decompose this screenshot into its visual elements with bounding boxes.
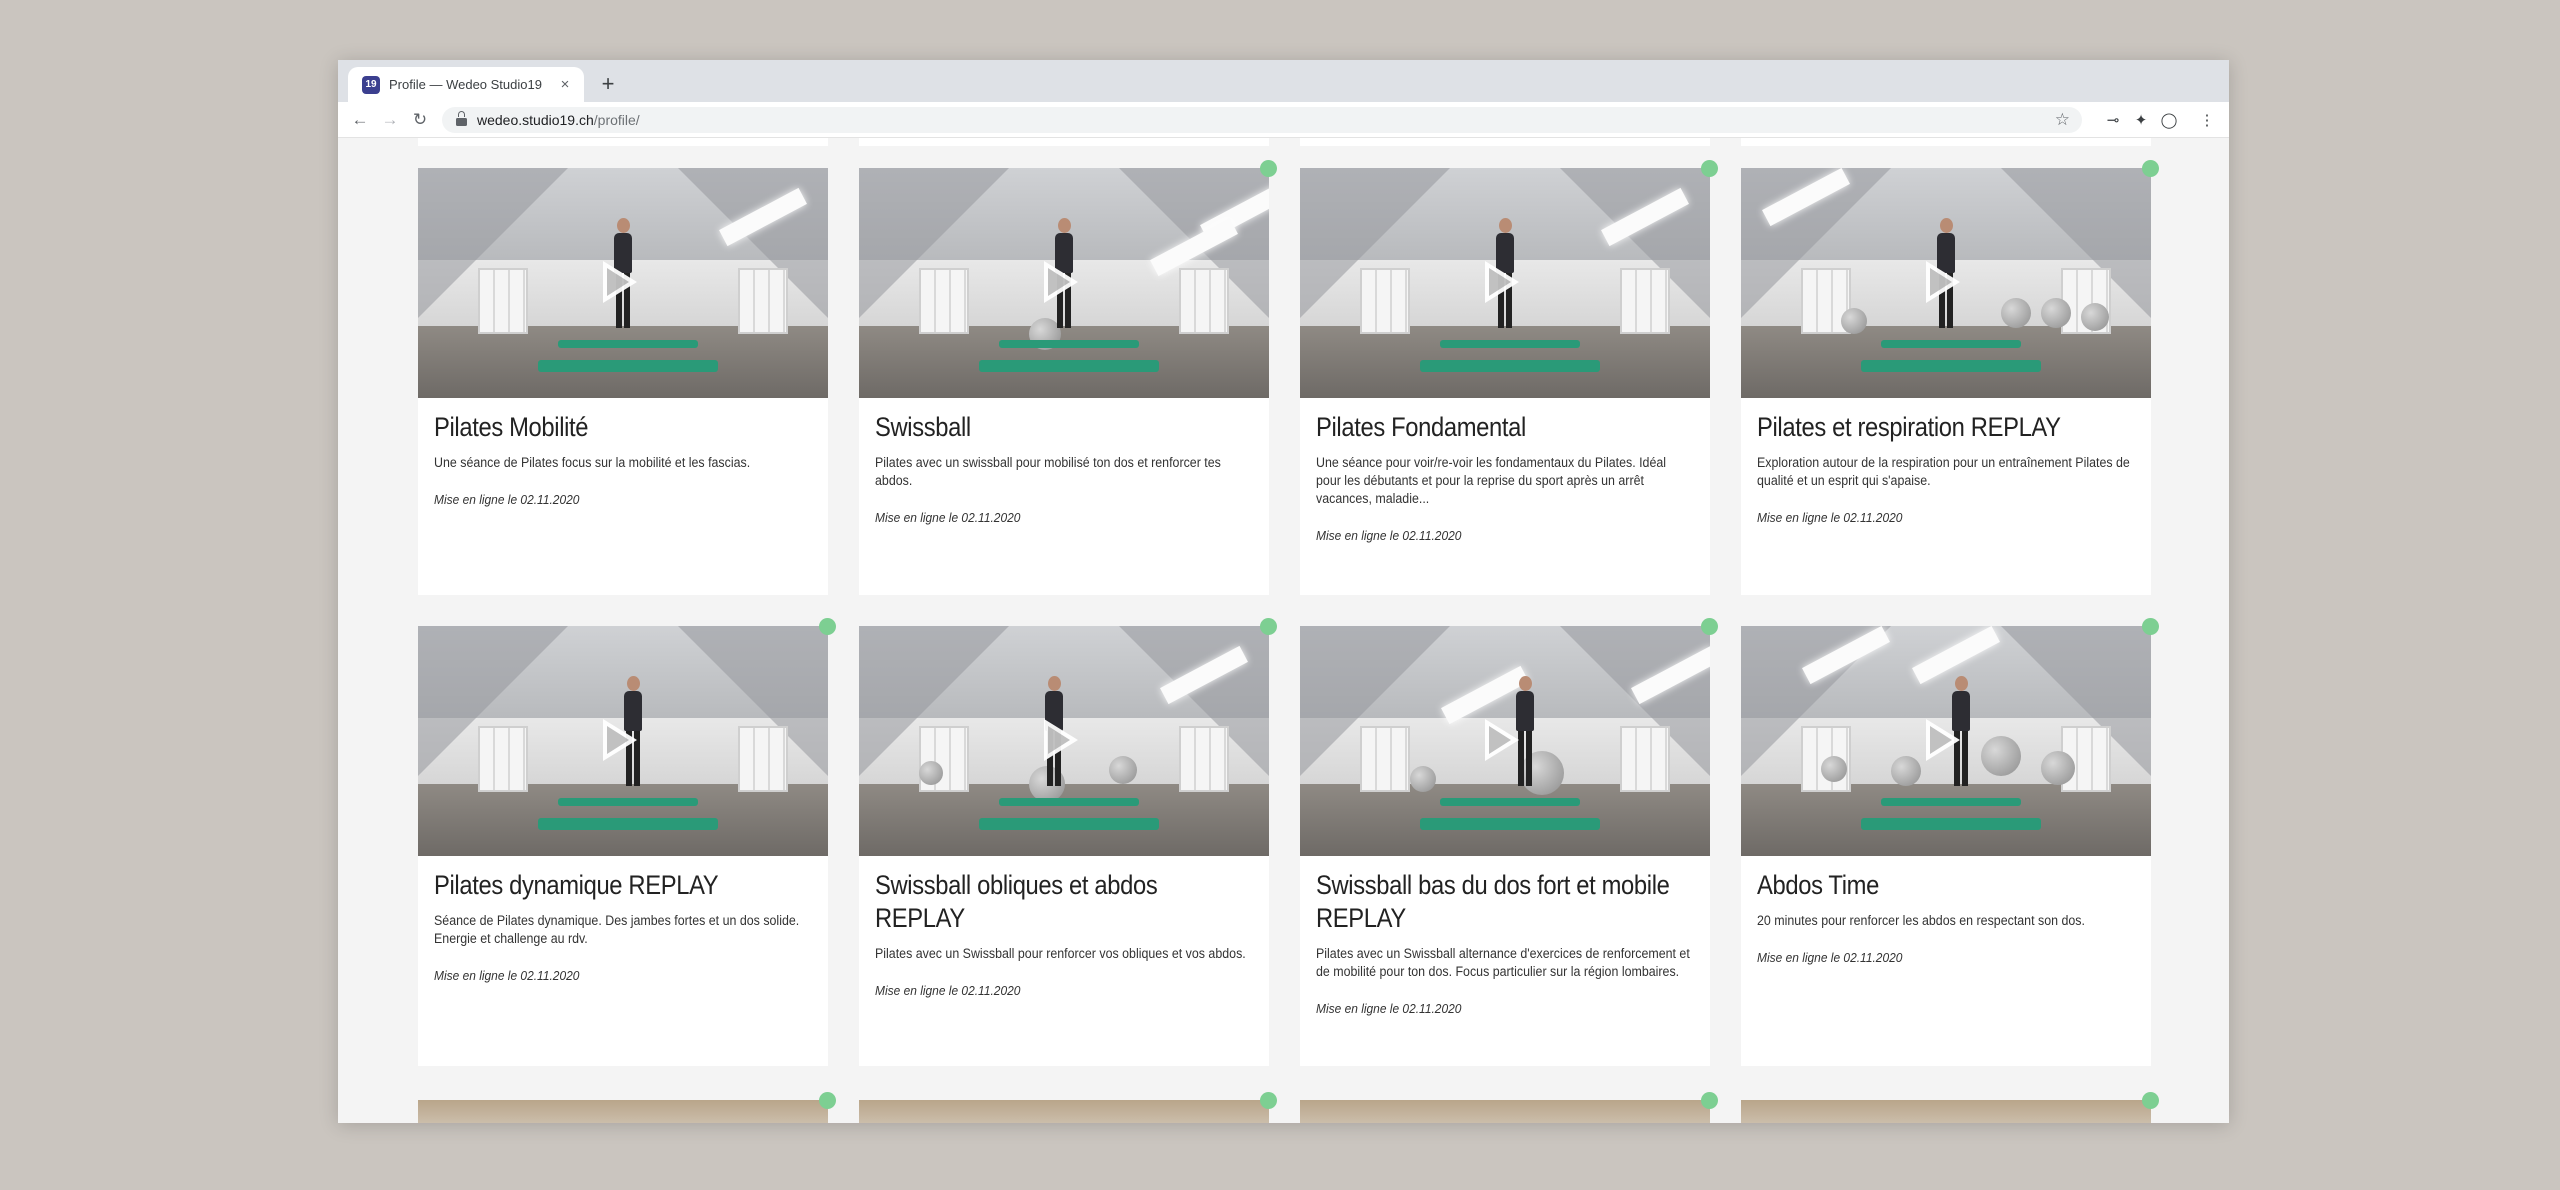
forward-arrow-icon[interactable]: → [378,108,402,132]
video-date: Mise en ligne le 02.11.2020 [1757,510,1903,525]
new-tab-button[interactable]: + [594,70,622,98]
video-description: Une séance de Pilates focus sur la mobil… [434,455,751,470]
video-title[interactable]: Pilates et respiration REPLAY [1757,411,2135,444]
video-info: Abdos Time 20 minutes pour renforcer les … [1757,869,2137,965]
video-card-partial [418,1100,828,1123]
extension-icon[interactable]: ◯ [2159,110,2179,130]
play-icon[interactable] [1044,261,1078,303]
puzzle-icon[interactable]: ✦ [2131,110,2151,130]
video-description: Une séance pour voir/re-voir les fondame… [1316,455,1667,506]
star-icon[interactable]: ☆ [2055,110,2070,130]
status-dot [1701,1092,1718,1109]
video-info: Swissball bas du dos fort et mobile REPL… [1316,869,1696,1016]
status-dot [819,1092,836,1109]
video-description: 20 minutes pour renforcer les abdos en r… [1757,913,2085,928]
status-dot [819,618,836,635]
status-dot [1701,618,1718,635]
address-bar[interactable]: wedeo.studio19.ch/profile/ ☆ [442,107,2082,133]
play-icon[interactable] [1044,719,1078,761]
video-card-partial [418,138,828,146]
video-card-partial [859,1100,1269,1123]
status-dot [1260,160,1277,177]
video-card[interactable]: Pilates Mobilité Une séance de Pilates fo… [418,168,828,595]
video-title[interactable]: Pilates Fondamental [1316,411,1694,444]
url-text: wedeo.studio19.ch/profile/ [477,112,640,128]
status-dot [1260,618,1277,635]
back-arrow-icon[interactable]: ← [348,108,372,132]
video-info: Swissball obliques et abdos REPLAY Pilate… [875,869,1255,998]
menu-dots-icon[interactable]: ⋮ [2197,110,2217,130]
video-thumbnail[interactable] [859,168,1269,398]
video-info: Swissball Pilates avec un swissball pour … [875,411,1255,525]
video-thumbnail[interactable] [1300,626,1710,856]
video-title[interactable]: Swissball bas du dos fort et mobile REPL… [1316,869,1694,935]
video-description: Pilates avec un Swissball pour renforcer… [875,946,1246,961]
video-card-partial [859,138,1269,146]
status-dot [1260,1092,1277,1109]
url-path: /profile/ [593,112,640,128]
video-title[interactable]: Pilates Mobilité [434,411,812,444]
tab-profile[interactable]: 19 Profile — Wedeo Studio19 × [348,67,584,102]
video-description: Séance de Pilates dynamique. Des jambes … [434,913,800,946]
reload-icon[interactable]: ↻ [408,108,432,132]
video-title[interactable]: Abdos Time [1757,869,2135,902]
video-date: Mise en ligne le 02.11.2020 [434,492,580,507]
video-info: Pilates dynamique REPLAY Séance de Pilate… [434,869,814,983]
tab-title: Profile — Wedeo Studio19 [389,77,542,92]
video-description: Pilates avec un swissball pour mobilisé … [875,455,1221,488]
video-info: Pilates Mobilité Une séance de Pilates fo… [434,411,814,507]
play-icon[interactable] [1926,261,1960,303]
video-description: Pilates avec un Swissball alternance d'e… [1316,946,1690,979]
video-date: Mise en ligne le 02.11.2020 [875,510,1021,525]
video-thumbnail[interactable] [418,168,828,398]
video-description: Exploration autour de la respiration pou… [1757,455,2130,488]
video-title[interactable]: Swissball [875,411,1253,444]
url-host: wedeo.studio19.ch [477,112,594,128]
browser-toolbar: ← → ↻ wedeo.studio19.ch/profile/ ☆ ⊸ ✦ ◯… [338,102,2229,138]
video-card-partial [1300,138,1710,146]
lock-icon [456,110,467,126]
video-card[interactable]: Pilates dynamique REPLAY Séance de Pilate… [418,626,828,1066]
video-thumbnail[interactable] [1741,626,2151,856]
video-date: Mise en ligne le 02.11.2020 [1316,1001,1462,1016]
video-thumbnail[interactable] [1741,168,2151,398]
video-thumbnail[interactable] [859,626,1269,856]
video-thumbnail[interactable] [1300,168,1710,398]
video-info: Pilates Fondamental Une séance pour voir/… [1316,411,1696,543]
video-card[interactable]: Swissball obliques et abdos REPLAY Pilate… [859,626,1269,1066]
video-date: Mise en ligne le 02.11.2020 [1316,528,1462,543]
play-icon[interactable] [1926,719,1960,761]
video-date: Mise en ligne le 02.11.2020 [875,983,1021,998]
video-date: Mise en ligne le 02.11.2020 [434,968,580,983]
video-card[interactable]: Swissball Pilates avec un swissball pour … [859,168,1269,595]
tab-strip: 19 Profile — Wedeo Studio19 × + [338,60,2229,102]
video-title[interactable]: Swissball obliques et abdos REPLAY [875,869,1253,935]
video-card-partial [1300,1100,1710,1123]
play-icon[interactable] [603,719,637,761]
browser-window: 19 Profile — Wedeo Studio19 × + ← → ↻ we… [338,60,2229,1123]
video-card[interactable]: Abdos Time 20 minutes pour renforcer les … [1741,626,2151,1066]
video-info: Pilates et respiration REPLAY Exploration… [1757,411,2137,525]
video-card[interactable]: Swissball bas du dos fort et mobile REPL… [1300,626,1710,1066]
page-content: Pilates Mobilité Une séance de Pilates fo… [338,138,2229,1123]
video-thumbnail[interactable] [418,626,828,856]
pin-icon[interactable]: ⊸ [2103,110,2123,130]
video-date: Mise en ligne le 02.11.2020 [1757,950,1903,965]
video-card-partial [1741,1100,2151,1123]
status-dot [2142,618,2159,635]
video-card[interactable]: Pilates Fondamental Une séance pour voir/… [1300,168,1710,595]
video-card[interactable]: Pilates et respiration REPLAY Exploration… [1741,168,2151,595]
studio19-favicon-icon: 19 [362,75,380,94]
play-icon[interactable] [1485,719,1519,761]
play-icon[interactable] [1485,261,1519,303]
status-dot [2142,1092,2159,1109]
status-dot [1701,160,1718,177]
video-title[interactable]: Pilates dynamique REPLAY [434,869,812,902]
play-icon[interactable] [603,261,637,303]
status-dot [2142,160,2159,177]
close-tab-icon[interactable]: × [556,76,574,93]
video-card-partial [1741,138,2151,146]
